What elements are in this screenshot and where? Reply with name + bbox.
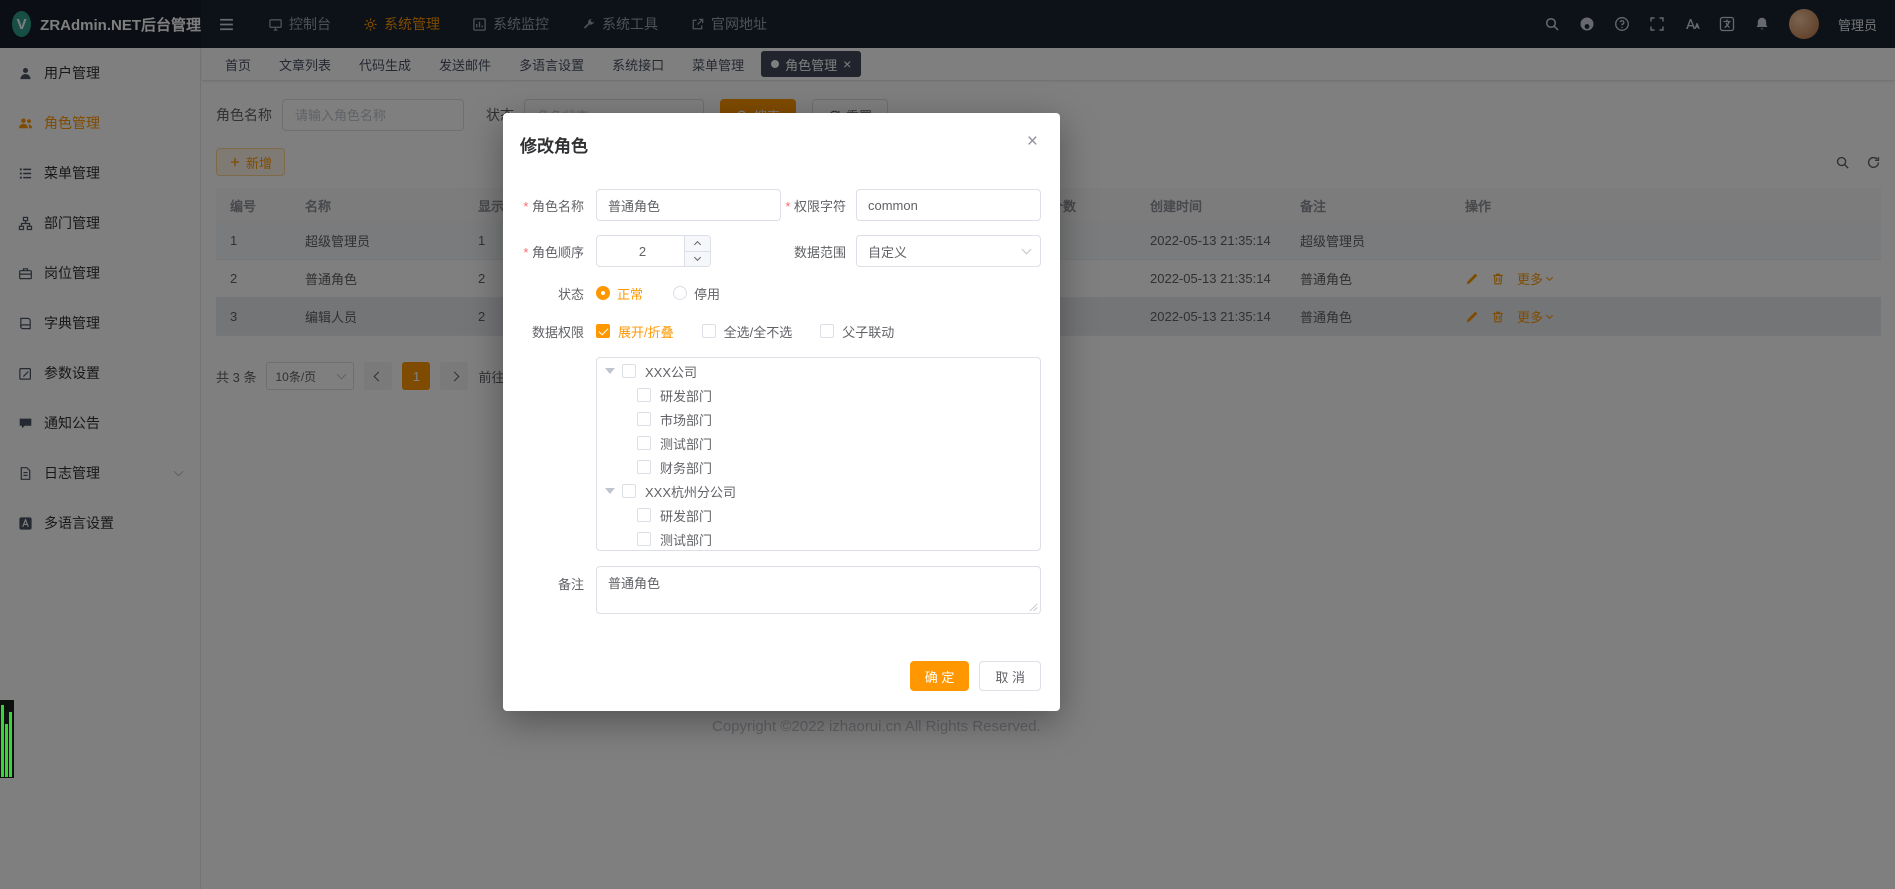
status-label: 状态 xyxy=(503,284,596,303)
checkbox-icon[interactable] xyxy=(637,460,651,474)
checkbox-icon[interactable] xyxy=(637,436,651,450)
radio-status-disabled[interactable]: 停用 xyxy=(673,284,720,303)
remark-field[interactable]: 普通角色 xyxy=(596,566,1041,614)
checkbox-icon[interactable] xyxy=(637,532,651,546)
checkbox-icon[interactable] xyxy=(637,508,651,522)
checkbox-checked-icon xyxy=(596,324,610,338)
data-scope-label: 数据范围 xyxy=(781,242,856,261)
tree-node[interactable]: 市场部门 xyxy=(597,407,1040,431)
checkbox-icon[interactable] xyxy=(637,412,651,426)
tree-node[interactable]: 测试部门 xyxy=(597,431,1040,455)
radio-status-normal[interactable]: 正常 xyxy=(596,284,643,303)
data-permission-label: 数据权限 xyxy=(503,322,596,341)
checkbox-expand-collapse[interactable]: 展开/折叠 xyxy=(596,322,674,341)
tree-node[interactable]: 研发部门 xyxy=(597,383,1040,407)
checkbox-icon xyxy=(820,324,834,338)
role-order-label: 角色顺序 xyxy=(503,242,596,261)
close-icon[interactable] xyxy=(1027,132,1038,151)
radio-unchecked-icon xyxy=(673,286,687,300)
resize-grip-icon[interactable] xyxy=(1029,603,1038,612)
tree-node[interactable]: 研发部门 xyxy=(597,503,1040,527)
tree-node[interactable]: 财务部门 xyxy=(597,455,1040,479)
checkbox-icon[interactable] xyxy=(622,364,636,378)
tree-node[interactable]: 测试部门 xyxy=(597,527,1040,551)
decrease-button[interactable] xyxy=(685,252,710,267)
edit-role-dialog: 修改角色 角色名称 权限字符 角色顺序 数据范围 自定义 xyxy=(503,113,1060,711)
role-name-field[interactable] xyxy=(596,189,781,221)
perf-bar xyxy=(5,724,8,777)
dialog-title: 修改角色 xyxy=(520,132,588,157)
checkbox-icon xyxy=(702,324,716,338)
checkbox-parent-child-link[interactable]: 父子联动 xyxy=(820,322,894,341)
checkbox-icon[interactable] xyxy=(637,388,651,402)
tree-node[interactable]: XXX杭州分公司 xyxy=(597,479,1040,503)
role-name-label: 角色名称 xyxy=(503,196,596,215)
role-key-field[interactable] xyxy=(856,189,1041,221)
caret-down-icon xyxy=(605,488,615,494)
perf-bar xyxy=(9,712,12,777)
perf-bar xyxy=(1,705,4,777)
role-order-stepper xyxy=(596,235,711,267)
cancel-button[interactable]: 取 消 xyxy=(979,661,1041,691)
perf-monitor-widget[interactable] xyxy=(0,700,14,778)
checkbox-icon[interactable] xyxy=(622,484,636,498)
increase-button[interactable] xyxy=(685,236,710,252)
confirm-button[interactable]: 确 定 xyxy=(910,661,970,691)
checkbox-select-all[interactable]: 全选/全不选 xyxy=(702,322,793,341)
caret-down-icon xyxy=(605,368,615,374)
radio-checked-icon xyxy=(596,286,610,300)
tree-node[interactable]: XXX公司 xyxy=(597,359,1040,383)
data-scope-select[interactable]: 自定义 xyxy=(856,235,1041,267)
remark-label: 备注 xyxy=(503,566,596,593)
role-key-label: 权限字符 xyxy=(781,196,856,215)
chevron-down-icon xyxy=(1022,245,1032,255)
permission-tree: XXX公司 研发部门 市场部门 测试部门 财务部门 XXX杭州分公司 xyxy=(596,357,1041,551)
